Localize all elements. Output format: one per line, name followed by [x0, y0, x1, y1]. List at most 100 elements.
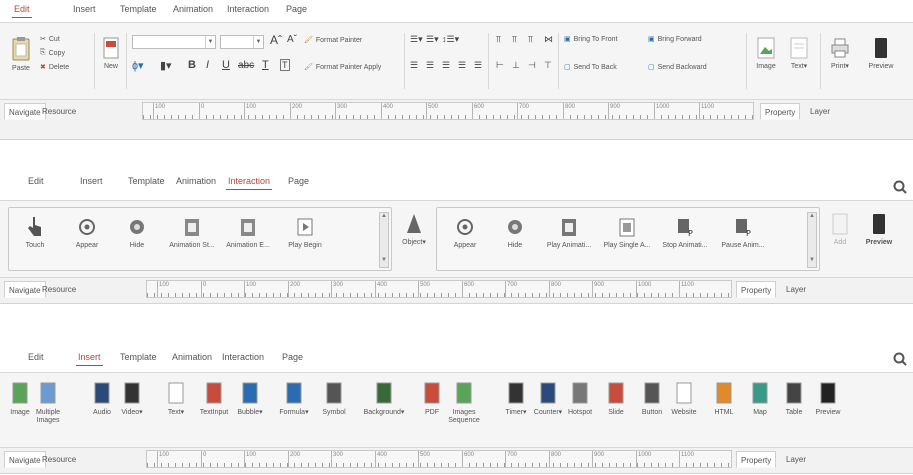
cut-button[interactable]: ✂ Cut [40, 35, 60, 44]
grow-font-button[interactable]: Aˆ [270, 33, 282, 47]
touch-trigger-button[interactable]: Touch [19, 216, 51, 250]
tab-page[interactable]: Page [282, 352, 303, 362]
highlight-button[interactable]: ▮▾ [160, 59, 172, 72]
insert-map-button[interactable]: Map [744, 381, 776, 417]
font-size-select[interactable]: ▼ [220, 35, 264, 49]
insert-text-button[interactable]: Text▾ [160, 381, 192, 417]
line-spacing-icon[interactable]: ↕☰▾ [442, 34, 459, 45]
align-center-icon[interactable]: ☰ [426, 60, 434, 71]
tab-insert[interactable]: Insert [73, 4, 96, 14]
distribute-icon[interactable]: ☰ [474, 60, 482, 71]
tab-resource[interactable]: Resource [38, 103, 80, 120]
numbered-list-icon[interactable]: ☰▾ [426, 34, 439, 45]
tab-resource[interactable]: Resource [38, 451, 80, 468]
tab-resource[interactable]: Resource [38, 281, 80, 298]
appear-trigger-button[interactable]: Appear [71, 216, 103, 250]
align-right-edge-icon[interactable]: ⊣ [528, 60, 536, 71]
play-animation-action-button[interactable]: Play Animati... [543, 216, 595, 250]
align-left-edge-icon[interactable]: ⊢ [496, 60, 504, 71]
bring-to-front-button[interactable]: ▣ Bring To Front [564, 35, 617, 44]
action-scrollbar[interactable]: ▲ ▼ [807, 212, 817, 268]
bullet-list-icon[interactable]: ☰▾ [410, 34, 423, 45]
horizontal-ruler[interactable]: 100 0 100 200 300 400 500 600 700 800 900 1000 1100 [146, 280, 732, 298]
align-left-icon[interactable]: ☰ [410, 60, 418, 71]
italic-button[interactable]: I [206, 59, 209, 71]
hide-action-button[interactable]: Hide [499, 216, 531, 250]
insert-multiple-images-button[interactable]: Multiple Images [30, 381, 66, 425]
align-justify-icon[interactable]: ☰ [458, 60, 466, 71]
format-painter-button[interactable]: 🖌 Format Painter [304, 36, 362, 45]
insert-slide-button[interactable]: Slide [600, 381, 632, 417]
align-top-icon[interactable]: ⫪ [496, 34, 501, 45]
horizontal-ruler[interactable]: 100 0 100 200 300 400 500 600 700 800 900 1000 1100 [142, 102, 754, 120]
animation-end-trigger-button[interactable]: Animation E... [223, 216, 273, 250]
print-button[interactable]: Print▾ [826, 37, 854, 71]
insert-background-button[interactable]: Background▾ [360, 381, 408, 417]
send-to-back-button[interactable]: ▢ Send To Back [564, 63, 617, 72]
insert-preview-device-button[interactable]: Preview [812, 381, 844, 417]
tab-layer[interactable]: Layer [782, 281, 810, 298]
tab-layer[interactable]: Layer [806, 103, 834, 120]
tab-template[interactable]: Template [120, 352, 157, 362]
bring-forward-button[interactable]: ▣ Bring Forward [648, 35, 702, 44]
insert-formula-button[interactable]: Formula▾ [278, 381, 310, 417]
insert-music-note-button[interactable]: Audio [86, 381, 118, 417]
tab-interaction[interactable]: Interaction [225, 176, 273, 190]
text-color-button[interactable]: T [262, 59, 269, 71]
tab-interaction[interactable]: Interaction [222, 352, 264, 362]
animation-start-trigger-button[interactable]: Animation St... [167, 216, 217, 250]
distribute-vertical-icon[interactable]: ⊤ [544, 60, 552, 71]
tab-template[interactable]: Template [128, 176, 165, 186]
insert-button-button[interactable]: Button [636, 381, 668, 417]
add-action-button[interactable]: Add [828, 213, 852, 247]
underline-button[interactable]: U [222, 59, 230, 71]
font-family-select[interactable]: ▼ [132, 35, 216, 49]
tab-page[interactable]: Page [286, 4, 307, 14]
insert-pdf-button[interactable]: PDF [416, 381, 448, 417]
pause-animation-action-button[interactable]: P Pause Anim... [717, 216, 769, 250]
align-right-icon[interactable]: ☰ [442, 60, 450, 71]
preview-button[interactable]: Preview [862, 213, 896, 247]
text-box-icon[interactable]: T [280, 59, 290, 71]
insert-video-button[interactable]: Video▾ [116, 381, 148, 417]
object-button[interactable]: Object▾ [398, 213, 430, 247]
tab-animation[interactable]: Animation [176, 176, 216, 186]
bold-button[interactable]: B [188, 59, 196, 71]
tab-property[interactable]: Property [760, 103, 801, 120]
align-center-edge-icon[interactable]: ⊥ [512, 60, 520, 71]
appear-action-button[interactable]: Appear [449, 216, 481, 250]
insert-text-button[interactable]: Text▾ [786, 37, 812, 71]
stop-animation-action-button[interactable]: P Stop Animati... [659, 216, 711, 250]
strikethrough-button[interactable]: abc [238, 60, 254, 71]
tab-template[interactable]: Template [120, 4, 157, 14]
insert-table-button[interactable]: Table [778, 381, 810, 417]
insert-image-button[interactable]: Image [752, 37, 780, 71]
insert-text-input-button[interactable]: TextInput [198, 381, 230, 417]
zoom-icon[interactable] [893, 352, 907, 366]
hide-trigger-button[interactable]: Hide [121, 216, 153, 250]
insert-image-sequence-button[interactable]: Images Sequence [446, 381, 482, 425]
play-single-action-button[interactable]: Play Single A... [601, 216, 653, 250]
shrink-font-button[interactable]: Aˇ [287, 34, 297, 45]
preview-button[interactable]: Preview [864, 37, 898, 71]
insert-bubble-button[interactable]: Bubble▾ [234, 381, 266, 417]
zoom-icon[interactable] [893, 180, 907, 194]
play-begin-trigger-button[interactable]: Play Begin [283, 216, 327, 250]
insert-hotspot-button[interactable]: Hotspot [564, 381, 596, 417]
paste-button[interactable]: Paste [4, 37, 38, 73]
tab-edit[interactable]: Edit [12, 4, 31, 18]
align-middle-icon[interactable]: ⫪ [512, 34, 517, 45]
horizontal-ruler[interactable]: 100 0 100 200 300 400 500 600 700 800 900 1000 1100 [146, 450, 732, 468]
insert-counter-button[interactable]: Counter▾ [532, 381, 564, 417]
send-backward-button[interactable]: ▢ Send Backward [648, 63, 707, 72]
insert-website-button[interactable]: Website [668, 381, 700, 417]
distribute-horizontal-icon[interactable]: ⋈ [544, 34, 553, 45]
scroll-up-icon[interactable]: ▲ [380, 213, 388, 223]
tab-insert[interactable]: Insert [80, 176, 103, 186]
scroll-down-icon[interactable]: ▼ [808, 257, 816, 267]
font-color-button[interactable]: ɸ▾ [132, 59, 144, 72]
tab-property[interactable]: Property [736, 451, 777, 468]
copy-button[interactable]: ⎘ Copy [40, 49, 65, 57]
tab-edit[interactable]: Edit [28, 176, 44, 186]
insert-omega-symbol-button[interactable]: Symbol [318, 381, 350, 417]
